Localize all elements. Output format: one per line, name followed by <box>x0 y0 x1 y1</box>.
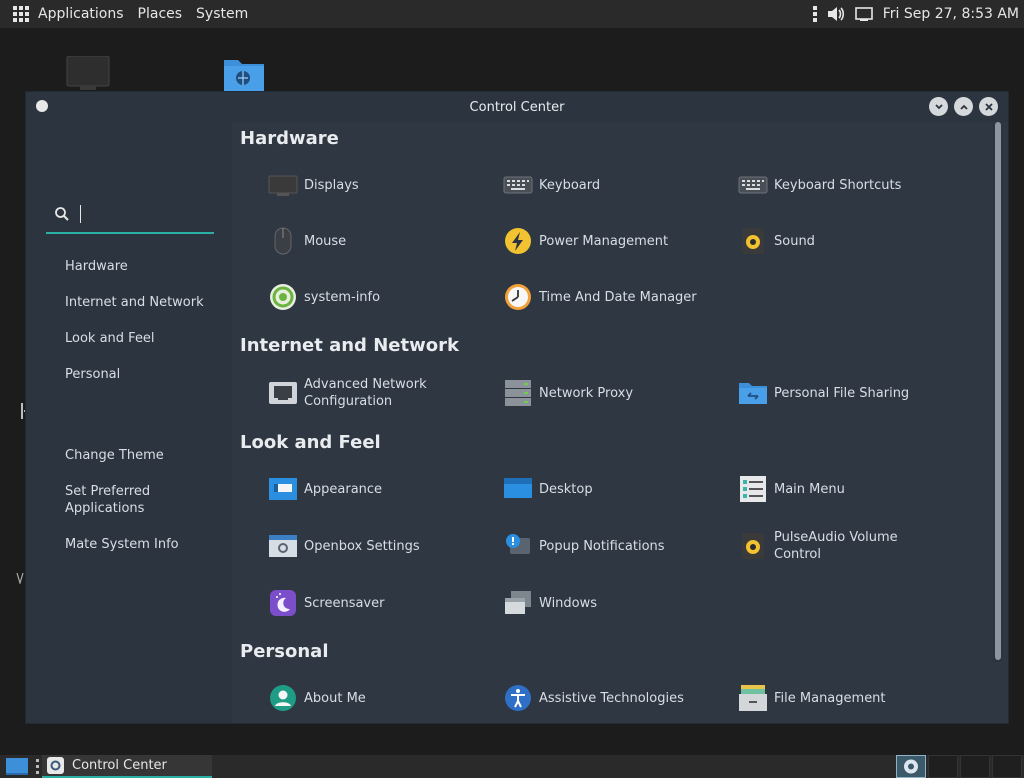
top-panel: Applications Places System Fri Sep 27, 8… <box>0 0 1024 28</box>
item-openbox-settings[interactable]: Openbox Settings <box>268 529 420 563</box>
item-time-and-date-manager[interactable]: Time And Date Manager <box>503 280 697 314</box>
workspace-switcher <box>896 755 1022 778</box>
close-icon <box>984 102 993 111</box>
item-desktop[interactable]: Desktop <box>503 472 593 506</box>
section-title-look-and-feel: Look and Feel <box>240 432 381 453</box>
taskbar-item-control-center[interactable]: Control Center <box>42 755 212 778</box>
search-caret <box>80 205 81 223</box>
item-keyboard-shortcuts[interactable]: Keyboard Shortcuts <box>738 168 901 202</box>
openbox-settings-icon <box>268 531 298 561</box>
item-advanced-network-configuration[interactable]: Advanced Network Configuration <box>268 376 434 410</box>
menu-places[interactable]: Places <box>131 0 190 28</box>
speaker-icon <box>738 531 768 561</box>
window-menu-dot-icon[interactable] <box>36 100 48 112</box>
item-power-management[interactable]: Power Management <box>503 224 668 258</box>
bottom-panel: Control Center <box>0 755 1024 778</box>
network-folder-desktop-icon[interactable] <box>223 56 265 96</box>
item-about-me[interactable]: About Me <box>268 681 366 715</box>
appearance-icon <box>268 474 298 504</box>
workspace-2[interactable] <box>928 755 958 778</box>
windows-stack-icon <box>503 588 533 618</box>
panel-handle-icon <box>36 758 40 778</box>
notification-icon <box>503 531 533 561</box>
network-port-icon <box>268 378 298 408</box>
item-personal-file-sharing[interactable]: Personal File Sharing <box>738 376 909 410</box>
chevron-down-icon <box>934 103 943 109</box>
window-title: Control Center <box>469 99 565 115</box>
minimize-button[interactable] <box>929 97 948 116</box>
window-titlebar[interactable]: Control Center <box>26 92 1008 122</box>
keyboard-icon <box>503 170 533 200</box>
keyboard-shortcuts-icon <box>738 170 768 200</box>
item-displays[interactable]: Displays <box>268 168 359 202</box>
window-controls <box>929 97 998 116</box>
item-network-proxy[interactable]: Network Proxy <box>503 376 633 410</box>
display-icon <box>268 170 298 200</box>
task-mate-system-info[interactable]: Mate System Info <box>65 536 179 553</box>
screensaver-moon-icon <box>268 588 298 618</box>
workspace-3[interactable] <box>960 755 990 778</box>
system-tray: Fri Sep 27, 8:53 AM <box>808 0 1024 28</box>
desktop-icon <box>503 474 533 504</box>
item-appearance[interactable]: Appearance <box>268 472 382 506</box>
menu-dots-icon[interactable] <box>808 0 822 28</box>
sidebar-item-hardware[interactable]: Hardware <box>65 258 128 275</box>
sidebar-item-look-and-feel[interactable]: Look and Feel <box>65 330 155 347</box>
task-set-preferred-applications[interactable]: Set Preferred Applications <box>65 483 185 517</box>
item-main-menu[interactable]: Main Menu <box>738 472 845 506</box>
main-menu: Applications Places System <box>0 0 255 28</box>
menu-applications[interactable]: Applications <box>31 0 131 28</box>
workspace-1[interactable] <box>896 755 926 778</box>
section-title-internet-and-network: Internet and Network <box>240 335 459 356</box>
mouse-icon <box>268 226 298 256</box>
volume-icon[interactable] <box>822 0 850 28</box>
item-popup-notifications[interactable]: Popup Notifications <box>503 529 665 563</box>
search-field[interactable] <box>46 196 214 234</box>
computer-desktop-icon[interactable] <box>66 55 110 96</box>
maximize-button[interactable] <box>954 97 973 116</box>
content-scrollbar[interactable] <box>993 122 1003 662</box>
sidebar-item-personal[interactable]: Personal <box>65 366 120 383</box>
item-assistive-technologies[interactable]: Assistive Technologies <box>503 681 684 715</box>
desktop-label-fragment <box>16 572 24 586</box>
show-desktop-icon[interactable] <box>6 758 28 778</box>
item-mouse[interactable]: Mouse <box>268 224 346 258</box>
speaker-icon <box>738 226 768 256</box>
file-cabinet-icon <box>738 683 768 713</box>
item-keyboard[interactable]: Keyboard <box>503 168 600 202</box>
scrollbar-thumb[interactable] <box>995 122 1001 660</box>
control-center-window: Control Center Hardware Internet and Net… <box>25 91 1009 724</box>
search-icon <box>55 207 69 221</box>
task-change-theme[interactable]: Change Theme <box>65 447 164 464</box>
item-sound[interactable]: Sound <box>738 224 815 258</box>
section-title-hardware: Hardware <box>240 128 339 149</box>
shared-folder-icon <box>738 378 768 408</box>
control-center-icon <box>47 757 64 774</box>
close-button[interactable] <box>979 97 998 116</box>
clock[interactable]: Fri Sep 27, 8:53 AM <box>878 0 1024 28</box>
apps-grid-icon[interactable] <box>13 6 29 22</box>
item-screensaver[interactable]: Screensaver <box>268 586 384 620</box>
system-info-icon <box>268 282 298 312</box>
content-pane: Hardware Displays Keyboard Keyboard Shor… <box>232 122 1008 723</box>
accessibility-icon <box>503 683 533 713</box>
chevron-up-icon <box>959 104 968 110</box>
item-system-info[interactable]: system-info <box>268 280 380 314</box>
network-wired-icon[interactable] <box>850 0 878 28</box>
main-menu-icon <box>738 474 768 504</box>
sidebar-item-internet-and-network[interactable]: Internet and Network <box>65 294 204 311</box>
clock-icon <box>503 282 533 312</box>
item-file-management[interactable]: File Management <box>738 681 886 715</box>
sidebar: Hardware Internet and Network Look and F… <box>26 122 232 723</box>
server-rack-icon <box>503 378 533 408</box>
item-pulseaudio-volume-control[interactable]: PulseAudio Volume Control <box>738 529 914 563</box>
workspace-4[interactable] <box>992 755 1022 778</box>
section-title-personal: Personal <box>240 641 329 662</box>
power-bolt-icon <box>503 226 533 256</box>
user-avatar-icon <box>268 683 298 713</box>
menu-system[interactable]: System <box>189 0 255 28</box>
item-windows[interactable]: Windows <box>503 586 597 620</box>
